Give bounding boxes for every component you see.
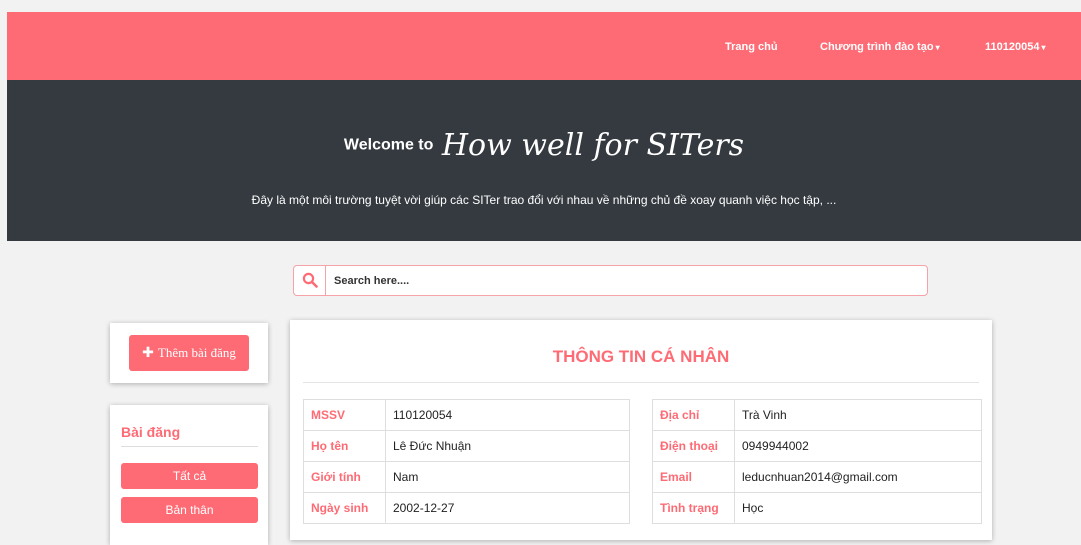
search-icon — [302, 272, 318, 288]
brand-name: How well for SITers — [441, 128, 745, 163]
search-button[interactable] — [294, 266, 326, 295]
all-posts-button[interactable]: Tất cả — [121, 463, 258, 489]
my-posts-button[interactable]: Bản thân — [121, 497, 258, 523]
profile-table-left: MSSV 110120054 Họ tên Lê Đức Nhuận Giới tí… — [303, 399, 630, 524]
caret-down-icon: ▾ — [935, 43, 940, 52]
field-value: Nam — [385, 461, 630, 493]
add-post-button[interactable]: ✚ Thêm bài đăng — [129, 335, 249, 371]
table-row: Email leducnhuan2014@gmail.com — [652, 461, 982, 493]
divider — [303, 382, 979, 383]
top-navbar: Trang chủ Chương trình đào tạo ▾ 11012005… — [7, 12, 1081, 80]
table-row: Tình trạng Học — [652, 492, 982, 524]
table-row: Điện thoại 0949944002 — [652, 430, 982, 462]
welcome-text: Welcome to — [343, 136, 434, 154]
field-value: Học — [734, 492, 982, 524]
add-post-label: Thêm bài đăng — [157, 345, 236, 360]
field-value: 110120054 — [385, 399, 630, 431]
field-value: Lê Đức Nhuận — [385, 430, 630, 462]
field-value: 2002-12-27 — [385, 492, 630, 524]
nav-user-label: 110120054 — [985, 41, 1040, 53]
field-label: Địa chỉ — [652, 399, 735, 431]
field-label: MSSV — [303, 399, 386, 431]
field-label: Họ tên — [303, 430, 386, 462]
table-row: Ngày sinh 2002-12-27 — [303, 492, 630, 524]
table-row: MSSV 110120054 — [303, 399, 630, 431]
field-value: 0949944002 — [734, 430, 982, 462]
hero-description: Đây là một môi trường tuyệt vời giúp các… — [251, 193, 837, 207]
plus-icon: ✚ — [142, 345, 154, 361]
table-row: Địa chỉ Trà Vinh — [652, 399, 982, 431]
divider — [121, 446, 258, 447]
field-value: leducnhuan2014@gmail.com — [734, 461, 982, 493]
nav-user-dropdown[interactable]: 110120054 ▾ — [985, 41, 1045, 53]
profile-table-right: Địa chỉ Trà Vinh Điện thoại 0949944002 Ema… — [652, 399, 982, 524]
field-label: Giới tính — [303, 461, 386, 493]
field-value: Trà Vinh — [734, 399, 982, 431]
search-bar — [293, 265, 928, 296]
table-row: Giới tính Nam — [303, 461, 630, 493]
nav-home-label: Trang chủ — [725, 41, 778, 53]
profile-title: THÔNG TIN CÁ NHÂN — [552, 347, 730, 366]
add-post-card: ✚ Thêm bài đăng — [110, 323, 268, 383]
field-label: Điện thoại — [652, 430, 735, 462]
profile-card: THÔNG TIN CÁ NHÂN MSSV 110120054 Họ tên Lê… — [290, 320, 992, 540]
caret-down-icon: ▾ — [1041, 43, 1046, 52]
welcome-heading: Welcome to How well for SITers — [7, 128, 1081, 163]
hero-banner: Welcome to How well for SITers Đây là mộ… — [7, 80, 1081, 241]
nav-home-link[interactable]: Trang chủ — [725, 41, 778, 53]
posts-title: Bài đăng — [121, 424, 181, 440]
search-input[interactable] — [334, 272, 894, 289]
nav-program-dropdown[interactable]: Chương trình đào tạo ▾ — [820, 41, 940, 53]
posts-filter-card: Bài đăng Tất cả Bản thân — [110, 405, 268, 545]
table-row: Họ tên Lê Đức Nhuận — [303, 430, 630, 462]
nav-program-label: Chương trình đào tạo — [820, 41, 934, 53]
field-label: Email — [652, 461, 735, 493]
field-label: Ngày sinh — [303, 492, 386, 524]
field-label: Tình trạng — [652, 492, 735, 524]
